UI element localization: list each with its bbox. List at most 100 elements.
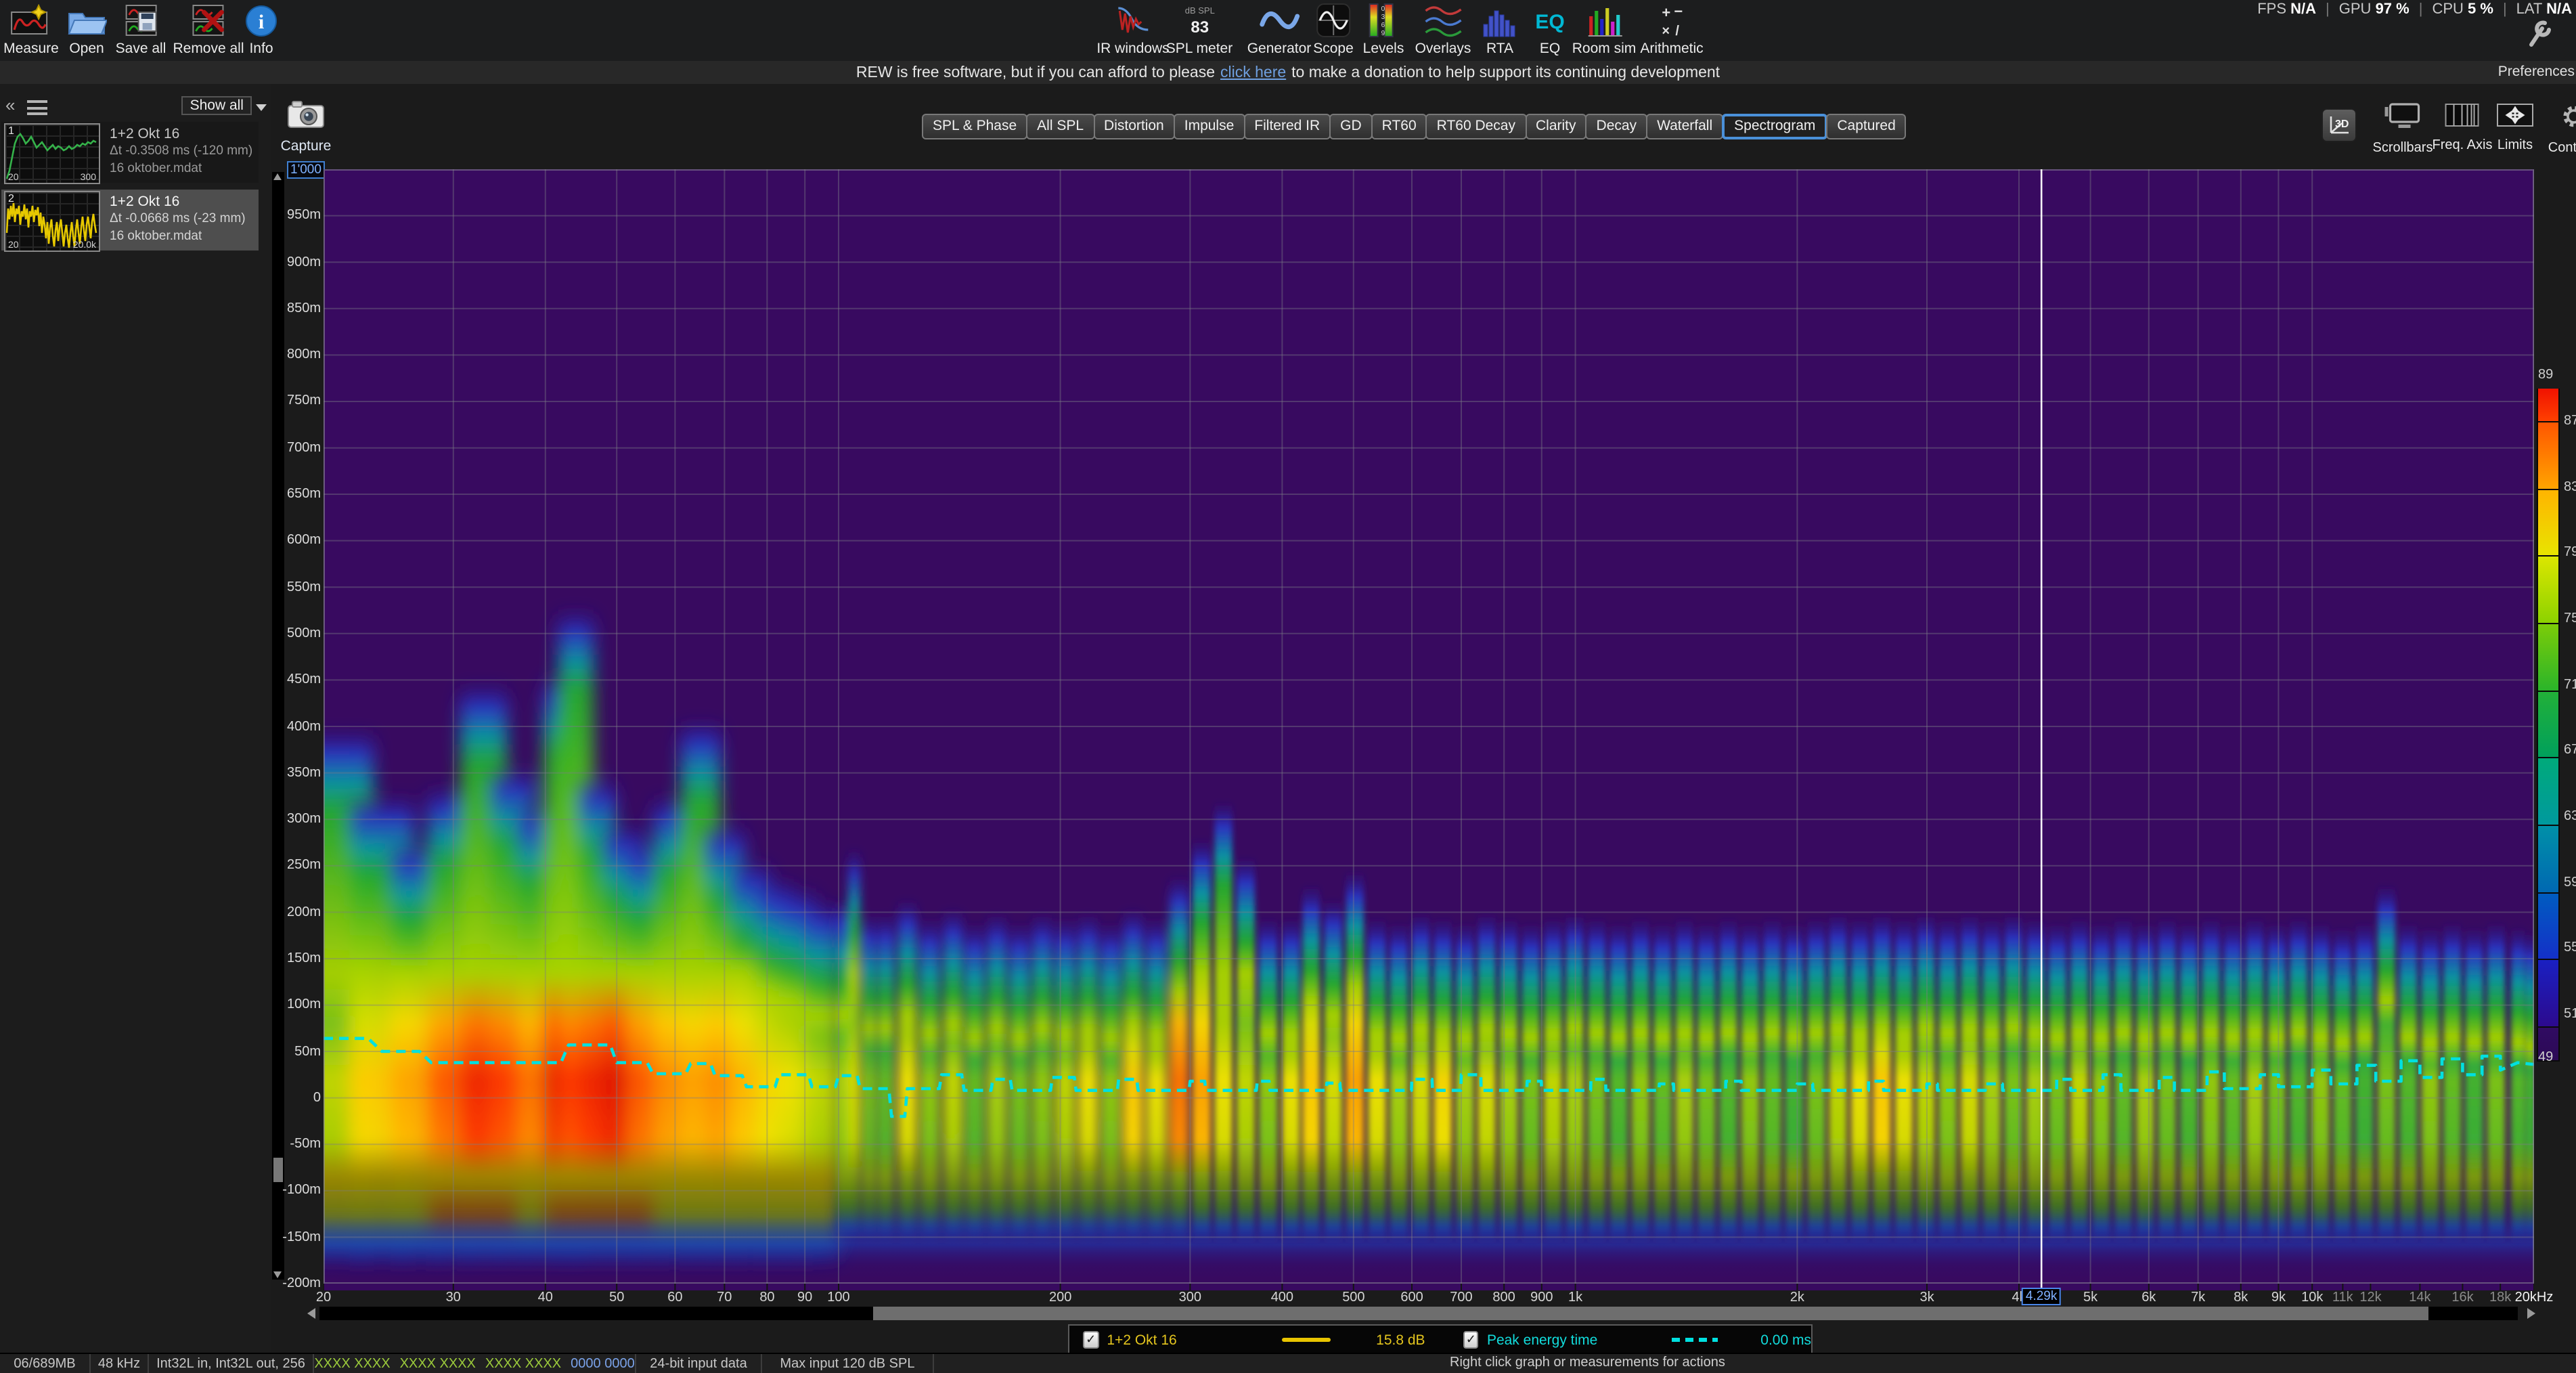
tab-captured[interactable]: Captured	[1826, 114, 1906, 139]
color-scale-tick: 83	[2564, 479, 2576, 494]
tab-clarity[interactable]: Clarity	[1525, 114, 1587, 139]
y-tick-label: 550m	[271, 580, 321, 594]
measurement-title: 1+2 Okt 16	[110, 126, 252, 144]
remove-all-button[interactable]: Remove all	[173, 3, 244, 57]
toolbar-label: Generator	[1247, 41, 1312, 57]
spl-meter-button[interactable]: dB SPL83SPL meter	[1166, 3, 1233, 57]
tab-waterfall[interactable]: Waterfall	[1646, 114, 1723, 139]
capture-button[interactable]: Capture	[279, 100, 333, 154]
x-tick-label: 6k	[2141, 1290, 2156, 1305]
tab-gd[interactable]: GD	[1329, 114, 1373, 139]
svg-text:3: 3	[1381, 14, 1385, 21]
room-sim-button[interactable]: Room sim	[1572, 3, 1637, 57]
legend-time-value: 0.00 ms	[1760, 1332, 1811, 1348]
tab-spl-phase[interactable]: SPL & Phase	[922, 114, 1027, 139]
vertical-scroll-thumb[interactable]	[273, 1158, 283, 1182]
graph-button-label: Scrollbars	[2373, 141, 2433, 156]
scroll-right-icon[interactable]	[2527, 1308, 2535, 1319]
info-button[interactable]: iInfo	[244, 3, 278, 57]
open-icon	[66, 3, 107, 38]
spectrogram-plot[interactable]	[324, 169, 2534, 1297]
svg-text:−: −	[1674, 3, 1683, 20]
save-all-button[interactable]: Save all	[116, 3, 166, 57]
scroll-left-icon[interactable]	[307, 1308, 315, 1319]
measurement-delta: Δt -0.3508 ms (-120 mm)	[110, 144, 252, 160]
spl-meter-icon: dB SPL83	[1176, 3, 1222, 38]
y-tick-label: 800m	[271, 347, 321, 362]
tab-filtered-ir[interactable]: Filtered IR	[1243, 114, 1331, 139]
generator-button[interactable]: Generator	[1247, 3, 1312, 57]
measurement-item-1[interactable]: 1203001+2 Okt 16Δt -0.3508 ms (-120 mm)1…	[1, 122, 259, 183]
y-axis-max-input[interactable]: 1'000	[287, 161, 325, 179]
legend-checkbox[interactable]: ✓	[1083, 1331, 1098, 1349]
svg-text:i: i	[259, 10, 264, 32]
tab-rt60-decay[interactable]: RT60 Decay	[1426, 114, 1526, 139]
show-all-dropdown[interactable]: Show all	[182, 96, 252, 115]
open-button[interactable]: Open	[66, 3, 107, 57]
scroll-up-icon[interactable]	[273, 173, 282, 180]
measurement-title: 1+2 Okt 16	[110, 194, 246, 211]
arithmetic-button[interactable]: +−×/Arithmetic	[1640, 3, 1703, 57]
wrench-icon[interactable]	[2525, 18, 2554, 57]
thumb-xmax: 300	[81, 173, 96, 183]
status-hint: Right click graph or measurements for ac…	[1450, 1355, 1725, 1370]
tab-spectrogram[interactable]: Spectrogram	[1722, 114, 1827, 139]
graph-legend: ✓1+2 Okt 1615.8 dB✓Peak energy time0.00 …	[1068, 1324, 1813, 1355]
x-tick-label: 80	[759, 1290, 774, 1305]
limits-icon	[2496, 103, 2534, 134]
tab-distortion[interactable]: Distortion	[1093, 114, 1175, 139]
overlays-button[interactable]: Overlays	[1415, 3, 1471, 57]
y-tick-label: 250m	[271, 858, 321, 873]
toolbar-label: Arithmetic	[1640, 41, 1703, 57]
x-tick-label: 2k	[1790, 1290, 1804, 1305]
measure-button[interactable]: Measure	[3, 3, 59, 57]
save-all-icon	[120, 3, 161, 38]
eq-button[interactable]: EQEQ	[1530, 3, 1570, 57]
measurement-item-2[interactable]: 22020.0k1+2 Okt 16Δt -0.0668 ms (-23 mm)…	[1, 190, 259, 250]
legend-level-value: 15.8 dB	[1376, 1332, 1425, 1348]
rew-app-window: Measure Open Save allRemove alliInfo IR wi…	[0, 0, 2576, 1373]
tab-rt60[interactable]: RT60	[1371, 114, 1427, 139]
preferences-label[interactable]: Preferences	[2498, 64, 2575, 80]
y-tick-label: 0	[271, 1091, 321, 1106]
color-scale-segment	[2537, 826, 2560, 893]
legend-measurement-name: 1+2 Okt 16	[1107, 1332, 1176, 1348]
limits-button[interactable]: Limits	[2496, 103, 2534, 153]
rta-button[interactable]: RTA	[1481, 3, 1519, 57]
thumb-xmax: 20.0k	[73, 241, 96, 250]
scope-button[interactable]: Scope	[1313, 3, 1354, 57]
y-tick-label: -50m	[271, 1137, 321, 1152]
levels-button[interactable]: 0369Levels	[1363, 3, 1404, 57]
y-tick-label: 500m	[271, 626, 321, 641]
legend-checkbox[interactable]: ✓	[1463, 1331, 1479, 1349]
status-cell: 48 kHz	[91, 1354, 149, 1373]
menu-icon[interactable]	[27, 100, 47, 118]
horizontal-scroll-thumb[interactable]	[873, 1307, 2428, 1320]
toolbar-label: Open	[69, 41, 104, 57]
tab-all-spl[interactable]: All SPL	[1026, 114, 1094, 139]
chevron-down-icon[interactable]	[256, 104, 267, 111]
scrollbars-icon	[2384, 103, 2422, 137]
x-tick-label: 16k	[2451, 1290, 2473, 1305]
x-tick-label: 800	[1492, 1290, 1515, 1305]
overlays-icon	[1423, 3, 1463, 38]
measurement-number: 1	[8, 125, 14, 137]
tab-decay[interactable]: Decay	[1586, 114, 1648, 139]
y-tick-label: -100m	[271, 1183, 321, 1198]
color-scale-segment	[2537, 557, 2560, 624]
freq-axis-button[interactable]: Freq. Axis	[2433, 103, 2493, 153]
donation-link[interactable]: click here	[1220, 64, 1286, 81]
x-tick-label: 10k	[2301, 1290, 2323, 1305]
collapse-panel-icon[interactable]: «	[5, 95, 15, 115]
horizontal-scroll-track[interactable]	[319, 1307, 2518, 1320]
x-tick-label: 3k	[1919, 1290, 1934, 1305]
measurement-file: 16 oktober.mdat	[110, 228, 246, 245]
banner-text-before: REW is free software, but if you can aff…	[856, 64, 1215, 81]
3d-view-button[interactable]: 3D	[2322, 108, 2357, 142]
status-cell: Max input 120 dB SPL	[762, 1354, 934, 1373]
controls-button[interactable]: Controls	[2548, 103, 2576, 156]
scrollbars-button[interactable]: Scrollbars	[2373, 103, 2433, 156]
tab-impulse[interactable]: Impulse	[1174, 114, 1245, 139]
y-tick-label: 100m	[271, 998, 321, 1013]
ir-windows-button[interactable]: IR windows	[1096, 3, 1169, 57]
